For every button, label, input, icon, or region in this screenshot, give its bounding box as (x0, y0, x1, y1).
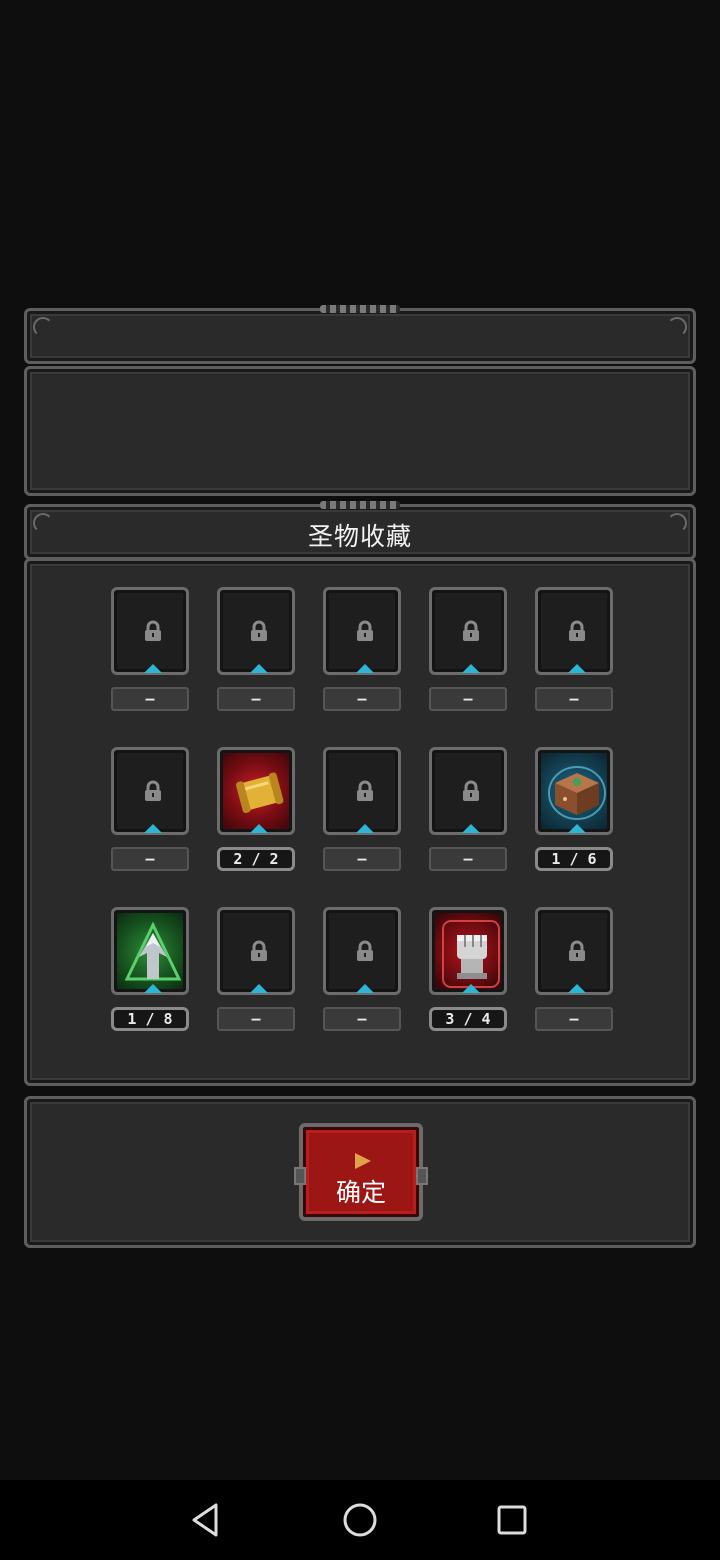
relic-count: — (535, 1007, 613, 1031)
relic-slot[interactable]: — (535, 907, 613, 1037)
relic-slot[interactable]: — (429, 587, 507, 717)
relic-count: — (323, 687, 401, 711)
system-navigation-bar (0, 1480, 720, 1560)
top-header-panel (24, 305, 696, 364)
relic-card-locked[interactable] (323, 907, 401, 995)
relic-slot[interactable]: — (217, 907, 295, 1037)
level-indicator-icon (356, 824, 374, 833)
relic-card-locked[interactable] (323, 587, 401, 675)
level-indicator-icon (144, 664, 162, 673)
lock-icon (354, 780, 376, 802)
lock-icon (460, 620, 482, 642)
confirm-button[interactable]: 确定 (294, 1123, 428, 1221)
relic-count: 1 / 6 (535, 847, 613, 871)
relic-count: — (217, 687, 295, 711)
relic-slot[interactable]: 1 / 8 (111, 907, 189, 1037)
level-indicator-icon (144, 984, 162, 993)
relic-card-locked[interactable] (111, 587, 189, 675)
relic-card-owned[interactable] (429, 907, 507, 995)
silver-arrow-icon (117, 913, 183, 989)
relic-count: 1 / 8 (111, 1007, 189, 1031)
confirm-label: 确定 (335, 1178, 386, 1207)
level-indicator-icon (462, 824, 480, 833)
relic-card-locked[interactable] (111, 747, 189, 835)
relic-slot[interactable]: — (323, 907, 401, 1037)
relic-card-owned[interactable] (111, 907, 189, 995)
relic-card-locked[interactable] (429, 587, 507, 675)
level-indicator-icon (568, 824, 586, 833)
collection-grid-panel: — — — — — — 2 / 2 — — 1 / 6 1 / 8 — — 3 / 4 — (24, 558, 696, 1086)
back-icon[interactable] (186, 1500, 226, 1540)
level-indicator-icon (568, 664, 586, 673)
relic-card-locked[interactable] (217, 587, 295, 675)
home-icon[interactable] (340, 1500, 380, 1540)
relic-slot[interactable]: — (217, 587, 295, 717)
relic-card-locked[interactable] (323, 747, 401, 835)
footer-panel: 确定 (24, 1096, 696, 1248)
relic-card-owned[interactable] (535, 747, 613, 835)
relic-slot[interactable]: — (111, 747, 189, 877)
relic-count: — (535, 687, 613, 711)
relic-slot[interactable]: — (323, 587, 401, 717)
relic-slot[interactable]: — (535, 587, 613, 717)
level-indicator-icon (250, 824, 268, 833)
frame-ornament (320, 501, 400, 509)
relic-slot[interactable]: — (111, 587, 189, 717)
relic-card-owned[interactable] (217, 747, 295, 835)
lock-icon (460, 780, 482, 802)
relic-card-locked[interactable] (535, 587, 613, 675)
level-indicator-icon (144, 824, 162, 833)
relic-card-locked[interactable] (217, 907, 295, 995)
lock-icon (142, 780, 164, 802)
relic-slot[interactable]: 2 / 2 (217, 747, 295, 877)
lock-icon (248, 620, 270, 642)
level-indicator-icon (250, 664, 268, 673)
relic-count: — (217, 1007, 295, 1031)
relic-slot[interactable]: 1 / 6 (535, 747, 613, 877)
lock-icon (142, 620, 164, 642)
description-panel (24, 366, 696, 496)
relic-count: — (111, 687, 189, 711)
relic-slot[interactable]: — (323, 747, 401, 877)
level-indicator-icon (568, 984, 586, 993)
relic-count: — (323, 1007, 401, 1031)
relic-count: — (323, 847, 401, 871)
wooden-box-icon (541, 753, 607, 829)
corner-ornament (33, 317, 53, 337)
lock-icon (566, 940, 588, 962)
lock-icon (566, 620, 588, 642)
relic-slot[interactable]: 3 / 4 (429, 907, 507, 1037)
frame-ornament (320, 305, 400, 313)
play-icon (355, 1153, 371, 1169)
collection-title: 圣物收藏 (307, 522, 412, 551)
golden-scroll-icon (223, 753, 289, 829)
lock-icon (354, 940, 376, 962)
relic-count: 3 / 4 (429, 1007, 507, 1031)
relic-card-locked[interactable] (535, 907, 613, 995)
relic-count: — (429, 687, 507, 711)
relic-count: 2 / 2 (217, 847, 295, 871)
level-indicator-icon (462, 664, 480, 673)
lock-icon (354, 620, 376, 642)
level-indicator-icon (462, 984, 480, 993)
level-indicator-icon (250, 984, 268, 993)
level-indicator-icon (356, 984, 374, 993)
lock-icon (248, 940, 270, 962)
relic-card-locked[interactable] (429, 747, 507, 835)
recents-icon[interactable] (492, 1500, 532, 1540)
corner-ornament (667, 317, 687, 337)
level-indicator-icon (356, 664, 374, 673)
collection-header-panel: 圣物收藏 (24, 501, 696, 560)
relic-count: — (111, 847, 189, 871)
relic-slot[interactable]: — (429, 747, 507, 877)
iron-fist-icon (435, 913, 501, 989)
relic-count: — (429, 847, 507, 871)
relic-collection-screen: 圣物收藏 — — — — — — 2 / 2 — — 1 / 6 1 / 8 — — 3 / 4 — 确定 (0, 0, 720, 1560)
